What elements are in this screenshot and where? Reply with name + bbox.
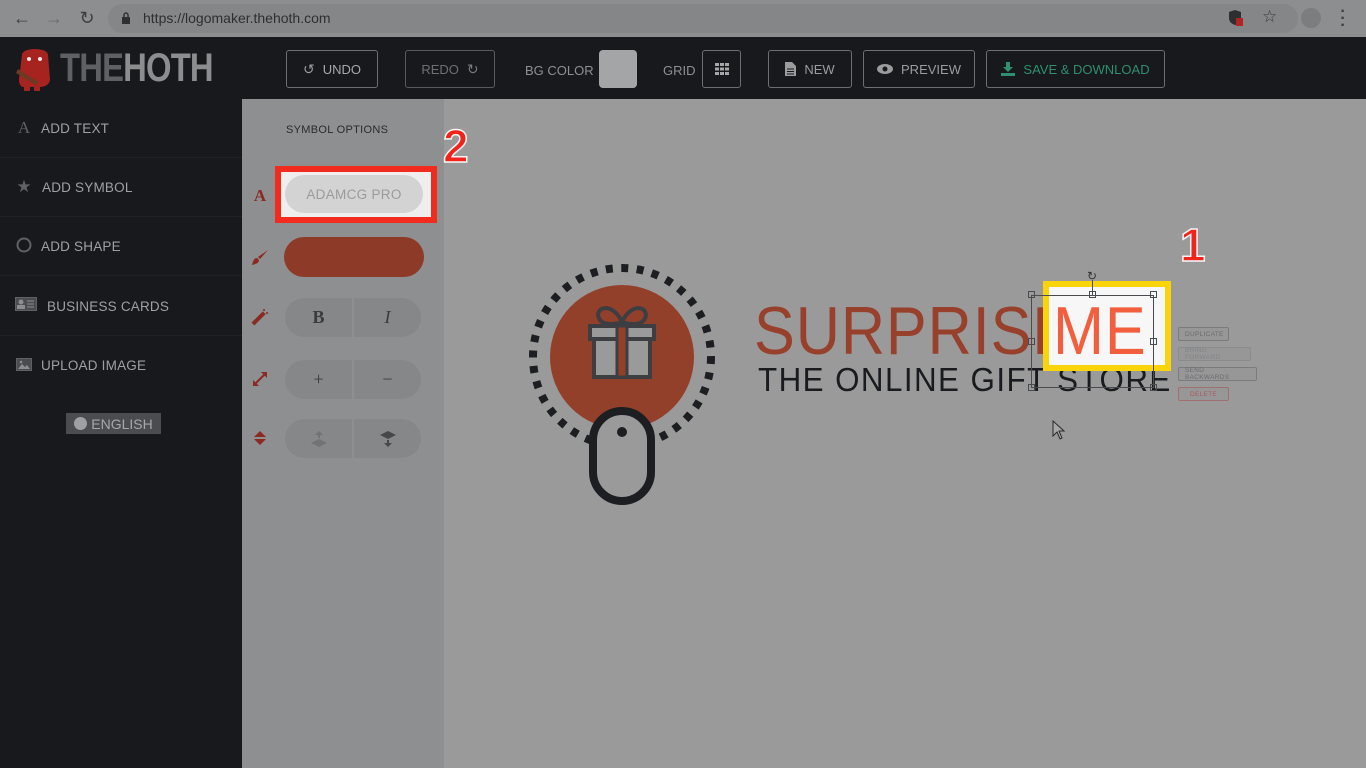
symbol-color-picker[interactable] xyxy=(284,237,424,277)
selection-box[interactable] xyxy=(1031,295,1154,388)
rotate-icon[interactable]: ↻ xyxy=(1087,269,1097,283)
eye-icon xyxy=(877,64,894,74)
sidebar: A ADD TEXT ★ ADD SYMBOL ADD SHAPE BUSINE… xyxy=(0,99,242,768)
bg-color-label: BG COLOR xyxy=(525,63,594,78)
magic-wand-icon xyxy=(251,308,269,326)
duplicate-button[interactable]: DUPLICATE xyxy=(1178,327,1229,341)
profile-avatar-icon[interactable] xyxy=(1301,8,1321,28)
hoth-mascot-icon xyxy=(16,49,50,91)
globe-icon xyxy=(74,417,88,430)
kebab-menu-icon[interactable]: · · · xyxy=(1337,4,1349,34)
redo-icon: ↻ xyxy=(466,60,479,77)
sidebar-item-upload-image[interactable]: UPLOAD IMAGE xyxy=(0,336,242,395)
annotation-marker-1: 1 xyxy=(1179,219,1206,271)
text-a-icon: A xyxy=(17,118,31,137)
bookmark-star-icon[interactable]: ☆ xyxy=(1262,7,1277,27)
delete-button[interactable]: DELETE xyxy=(1178,387,1229,401)
bring-forward-context-button[interactable]: BRING FORWARD xyxy=(1178,347,1251,361)
resize-handle-bl[interactable] xyxy=(1028,384,1035,391)
brand-name-text[interactable]: SURPRISE xyxy=(754,296,1074,366)
grid-label: GRID xyxy=(663,63,696,78)
browser-toolbar: ← → ↻ https://logomaker.thehoth.com ☆ · ·… xyxy=(0,0,1366,37)
sidebar-item-add-shape[interactable]: ADD SHAPE xyxy=(0,217,242,276)
app-header: THEHOTH ↺ UNDO REDO ↻ BG COLOR GRID NEW … xyxy=(0,37,1366,99)
document-icon xyxy=(785,62,797,76)
brand-wordmark: THEHOTH xyxy=(60,45,214,90)
image-icon xyxy=(15,357,33,375)
address-bar[interactable]: https://logomaker.thehoth.com xyxy=(108,4,1298,33)
gift-icon xyxy=(588,306,656,379)
symbol-options-panel: SYMBOL OPTIONS A ADAMCG PRO B I + − xyxy=(242,99,444,768)
reload-icon[interactable]: ↻ xyxy=(77,8,97,28)
panel-title: SYMBOL OPTIONS xyxy=(286,124,389,136)
redo-button[interactable]: REDO ↻ xyxy=(405,50,495,88)
resize-handle-br[interactable] xyxy=(1150,384,1157,391)
undo-button[interactable]: ↺ UNDO xyxy=(286,50,378,88)
preview-button[interactable]: PREVIEW xyxy=(863,50,975,88)
new-button[interactable]: NEW xyxy=(768,50,852,88)
download-icon xyxy=(1001,62,1016,76)
star-icon: ★ xyxy=(16,177,32,196)
bg-color-swatch[interactable] xyxy=(599,50,637,88)
layer-toggle-group xyxy=(285,419,421,458)
id-card-icon xyxy=(15,297,37,315)
layer-order-icon xyxy=(251,429,269,447)
undo-icon: ↺ xyxy=(302,60,315,77)
resize-arrows-icon xyxy=(251,370,269,388)
resize-handle-tm[interactable] xyxy=(1089,291,1096,298)
sidebar-item-business-cards[interactable]: BUSINESS CARDS xyxy=(0,277,242,336)
size-toggle-group: + − xyxy=(285,360,421,399)
sidebar-item-add-symbol[interactable]: ★ ADD SYMBOL xyxy=(0,158,242,217)
language-selector[interactable]: ENGLISH xyxy=(66,413,161,434)
back-arrow-icon[interactable]: ← xyxy=(12,8,32,28)
logo-symbol[interactable] xyxy=(522,260,722,510)
decrease-size-button[interactable]: − xyxy=(354,360,421,399)
mouse-icon xyxy=(589,407,655,505)
bold-button[interactable]: B xyxy=(285,298,352,337)
resize-handle-tl[interactable] xyxy=(1028,291,1035,298)
grid-icon xyxy=(714,63,729,75)
paint-brush-icon xyxy=(251,249,269,267)
layer-up-icon xyxy=(310,430,327,447)
increase-size-button[interactable]: + xyxy=(285,360,352,399)
resize-handle-ml[interactable] xyxy=(1028,338,1035,345)
url-text: https://logomaker.thehoth.com xyxy=(143,10,331,26)
save-download-button[interactable]: SAVE & DOWNLOAD xyxy=(986,50,1165,88)
circle-shape-icon xyxy=(15,237,33,255)
forward-arrow-icon[interactable]: → xyxy=(44,8,64,28)
layer-down-icon xyxy=(379,430,396,447)
mouse-cursor-icon xyxy=(1052,420,1066,440)
sidebar-item-add-text[interactable]: A ADD TEXT xyxy=(0,99,242,158)
resize-handle-tr[interactable] xyxy=(1150,291,1157,298)
style-toggle-group: B I xyxy=(285,298,421,337)
lock-icon xyxy=(122,12,130,24)
brand-logo[interactable]: THEHOTH xyxy=(14,45,246,91)
italic-button[interactable]: I xyxy=(354,298,421,337)
resize-handle-mr[interactable] xyxy=(1150,338,1157,345)
grid-toggle-button[interactable] xyxy=(702,50,741,88)
bring-forward-button[interactable] xyxy=(285,419,352,458)
shield-blocked-icon[interactable] xyxy=(1229,10,1243,26)
send-backwards-context-button[interactable]: SEND BACKWARDS xyxy=(1178,367,1257,381)
font-selector[interactable]: ADAMCG PRO xyxy=(285,175,423,213)
font-icon: A xyxy=(253,186,267,205)
send-backward-button[interactable] xyxy=(354,419,421,458)
annotation-marker-2: 2 xyxy=(442,120,469,172)
